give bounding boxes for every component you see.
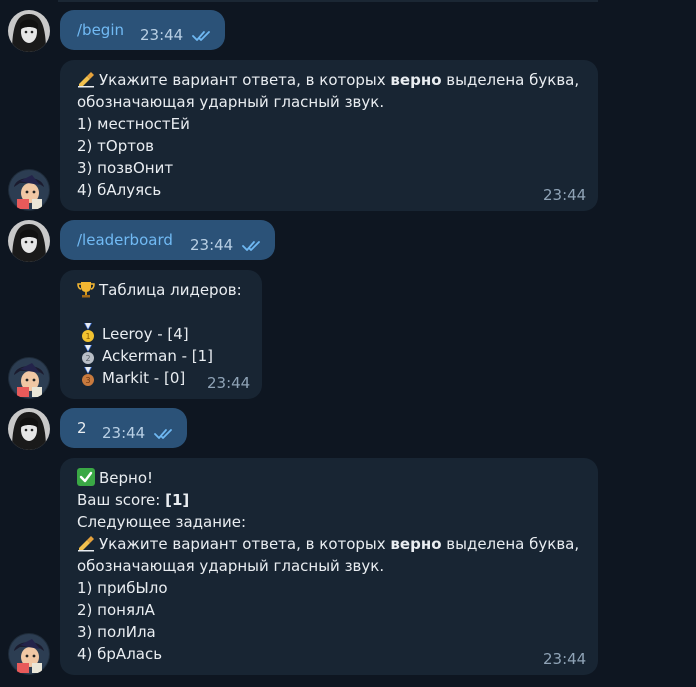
trophy-icon <box>77 282 95 298</box>
previous-message-edge <box>58 0 598 2</box>
result-text: Верно! <box>99 469 154 487</box>
answer-option: 4) брАлась <box>77 645 163 663</box>
svg-text:3: 3 <box>85 376 90 385</box>
answer-option: 4) бАлуясь <box>77 181 162 199</box>
leaderboard-row: Ackerman - [1] <box>102 347 214 365</box>
score-value: [1] <box>165 491 190 509</box>
outgoing-message-answer[interactable]: 2 23:44 <box>60 408 187 448</box>
question-bold-word: верно <box>390 535 442 553</box>
message-time: 23:44 <box>543 186 587 204</box>
check-mark-button-icon <box>77 468 95 486</box>
double-check-icon <box>154 429 172 439</box>
svg-text:2: 2 <box>85 354 90 363</box>
user-avatar[interactable] <box>8 10 50 52</box>
message-time: 23:44 <box>102 424 146 442</box>
message-time: 23:44 <box>207 374 251 392</box>
incoming-message-question[interactable]: Укажите вариант ответа, в которых верно … <box>60 60 598 211</box>
answer-option: 1) местностЕй <box>77 115 190 133</box>
question-text: Укажите вариант ответа, в которых <box>99 71 391 89</box>
user-avatar[interactable] <box>8 220 50 262</box>
incoming-message-leaderboard[interactable]: Таблица лидеров: 1 Leeroy - [4] 2 Ackerman… <box>60 270 262 399</box>
question-text-suffix: выделена буква, <box>441 71 580 89</box>
silver-medal-icon: 2 <box>82 345 94 364</box>
question-bold-word: верно <box>390 71 442 89</box>
score-label: Ваш score: <box>77 491 166 509</box>
leaderboard-title: Таблица лидеров: <box>99 281 242 299</box>
leaderboard-row: Leeroy - [4] <box>102 325 189 343</box>
answer-option: 1) прибЫло <box>77 579 168 597</box>
answer-option: 3) позвОнит <box>77 159 174 177</box>
next-task-label: Следующее задание: <box>77 513 247 531</box>
answer-option: 3) полИла <box>77 623 156 641</box>
bronze-medal-icon: 3 <box>82 367 94 386</box>
message-time: 23:44 <box>190 236 234 254</box>
answer-option: 2) тОртов <box>77 137 154 155</box>
answer-option: 2) понялА <box>77 601 155 619</box>
question-text-suffix: выделена буква, <box>441 535 580 553</box>
question-line-2: обозначающая ударный гласный звук. <box>77 93 385 111</box>
writing-hand-icon <box>78 72 94 88</box>
command-link-leaderboard[interactable]: /leaderboard <box>77 229 173 251</box>
bot-avatar[interactable] <box>8 169 50 211</box>
user-avatar[interactable] <box>8 408 50 450</box>
bot-avatar[interactable] <box>8 357 50 399</box>
double-check-icon <box>192 31 210 41</box>
leaderboard-row: Markit - [0] <box>102 369 186 387</box>
writing-hand-icon <box>78 536 94 552</box>
double-check-icon <box>242 241 260 251</box>
question-line-2: обозначающая ударный гласный звук. <box>77 557 385 575</box>
gold-medal-icon: 1 <box>82 323 94 342</box>
bot-avatar[interactable] <box>8 633 50 675</box>
answer-text: 2 <box>77 419 87 437</box>
question-text: Укажите вариант ответа, в которых <box>99 535 391 553</box>
message-time: 23:44 <box>140 26 184 44</box>
outgoing-message-begin[interactable]: /begin 23:44 <box>60 10 225 50</box>
incoming-message-result[interactable]: Верно! Ваш score: [1] Следующее задание:… <box>60 458 598 675</box>
outgoing-message-leaderboard[interactable]: /leaderboard 23:44 <box>60 220 275 260</box>
message-time: 23:44 <box>543 650 587 668</box>
command-link-begin[interactable]: /begin <box>77 19 124 41</box>
svg-text:1: 1 <box>85 332 90 341</box>
